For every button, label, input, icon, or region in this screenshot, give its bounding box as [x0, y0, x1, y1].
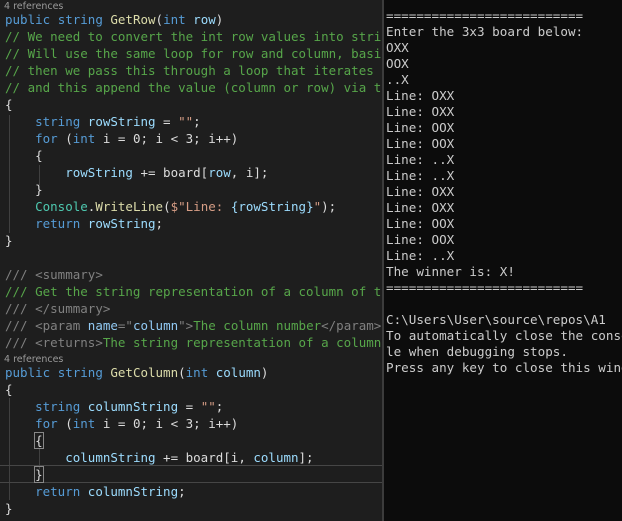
console-line: OXX: [386, 40, 409, 55]
getrow-signature[interactable]: public string GetRow(int row): [5, 11, 223, 28]
console-line: Line: OXX: [386, 88, 455, 103]
code-line[interactable]: {: [5, 381, 13, 398]
console-line: ==========================: [386, 280, 584, 295]
comment-line[interactable]: // then we pass this through a loop that…: [5, 62, 374, 79]
code-line[interactable]: {: [5, 432, 44, 449]
current-line-highlight: [0, 465, 384, 483]
method-name-getcolumn: GetColumn: [110, 365, 179, 380]
code-line[interactable]: rowString += board[row, i];: [5, 164, 268, 181]
code-line[interactable]: for (int i = 0; i < 3; i++): [5, 130, 238, 147]
console-line: Line: ..X: [386, 248, 455, 263]
comment-line[interactable]: // Will use the same loop for row and co…: [5, 45, 419, 62]
console-line: le when debugging stops.: [386, 344, 568, 359]
getcolumn-signature[interactable]: public string GetColumn(int column): [5, 364, 268, 381]
console-line: OOX: [386, 56, 409, 71]
console-line: Line: OOX: [386, 120, 455, 135]
code-line[interactable]: {: [5, 96, 13, 113]
console-line: Line: OXX: [386, 184, 455, 199]
doc-comment-line[interactable]: /// Get the string representation of a c…: [5, 283, 442, 300]
code-line[interactable]: string rowString = "";: [5, 113, 201, 130]
doc-comment-line[interactable]: /// <summary>: [5, 266, 103, 283]
code-line[interactable]: Console.WriteLine($"Line: {rowString}");: [5, 198, 336, 215]
doc-comment-line[interactable]: /// </summary>: [5, 300, 110, 317]
console-line: Enter the 3x3 board below:: [386, 24, 584, 39]
doc-comment-line[interactable]: /// <param name="column">The column numb…: [5, 317, 381, 334]
console-line: Line: OOX: [386, 216, 455, 231]
code-line[interactable]: }: [5, 500, 13, 517]
doc-comment-line[interactable]: /// <returns>The string representation o…: [5, 334, 381, 351]
console-line: ==========================: [386, 8, 584, 23]
console-line: Press any key to close this window: [386, 360, 622, 375]
code-line[interactable]: string columnString = "";: [5, 398, 223, 415]
brace-match-open: {: [34, 432, 44, 449]
method-name-getrow: GetRow: [110, 12, 156, 27]
code-line[interactable]: }: [5, 466, 44, 483]
console-line: The winner is: X!: [386, 264, 515, 279]
debug-console-window[interactable]: ========================== Enter the 3x3…: [382, 0, 622, 521]
console-line: Line: ..X: [386, 168, 455, 183]
code-line[interactable]: for (int i = 0; i < 3; i++): [5, 415, 238, 432]
code-line[interactable]: return columnString;: [5, 483, 186, 500]
console-line: C:\Users\User\source\repos\A1: [386, 312, 606, 327]
brace-match-close: }: [34, 466, 44, 483]
code-line[interactable]: }: [5, 181, 43, 198]
comment-line[interactable]: // and this append the value (column or …: [5, 79, 434, 96]
code-line[interactable]: {: [5, 147, 43, 164]
console-line: To automatically close the console: [386, 328, 622, 343]
console-line: Line: OOX: [386, 136, 455, 151]
console-line: ..X: [386, 72, 409, 87]
code-line[interactable]: columnString += board[i, column];: [5, 449, 313, 466]
code-line[interactable]: return rowString;: [5, 215, 163, 232]
comment-line[interactable]: // We need to convert the int row values…: [5, 28, 404, 45]
code-line[interactable]: }: [5, 232, 13, 249]
console-line: Line: OXX: [386, 200, 455, 215]
console-line: Line: OXX: [386, 104, 455, 119]
console-line: Line: OOX: [386, 232, 455, 247]
console-line: Line: ..X: [386, 152, 455, 167]
